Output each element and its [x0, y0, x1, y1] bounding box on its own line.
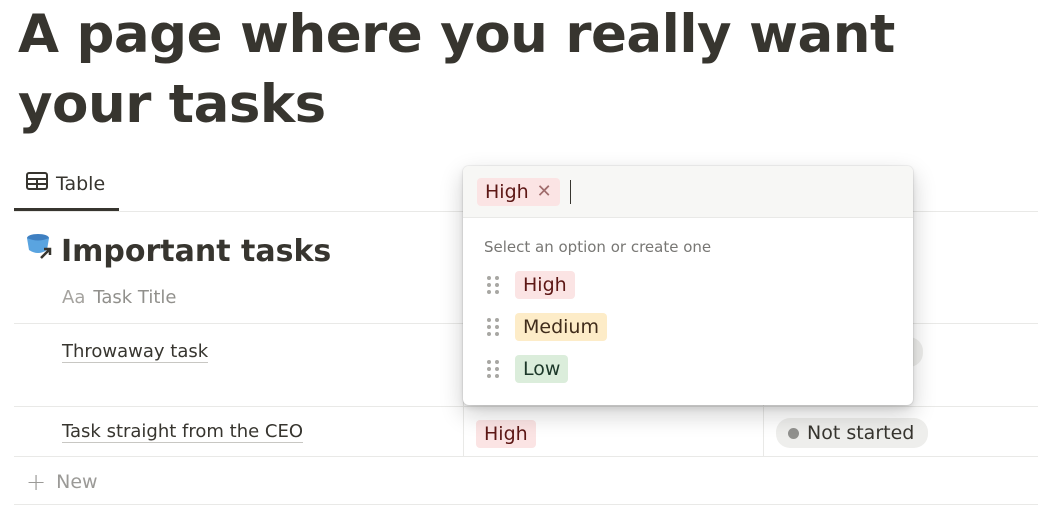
close-icon[interactable]: ✕: [537, 181, 552, 202]
drag-handle-icon[interactable]: [487, 276, 499, 294]
page-title: A page where you really want your tasks: [18, 4, 895, 135]
option-medium[interactable]: Medium: [463, 306, 913, 348]
priority-tag[interactable]: High: [476, 420, 536, 448]
option-high[interactable]: High: [463, 264, 913, 306]
selected-chip: High ✕: [477, 177, 560, 206]
database-title[interactable]: Important tasks: [25, 232, 331, 270]
select-hint: Select an option or create one: [484, 238, 712, 256]
new-row-button[interactable]: + New: [26, 468, 98, 496]
table-row[interactable]: Throwaway task: [62, 340, 209, 364]
column-header-task-title[interactable]: Aa Task Title: [62, 287, 177, 308]
status-pill[interactable]: Not started: [776, 418, 929, 448]
text-cursor: [569, 179, 571, 204]
row-divider: [14, 406, 1038, 407]
row-divider: [14, 456, 1038, 457]
tab-label: Table: [56, 172, 106, 195]
linked-database-icon: [25, 232, 55, 270]
text-property-icon: Aa: [62, 287, 86, 308]
table-row[interactable]: Task straight from the CEO: [62, 420, 304, 444]
status-dot-icon: [788, 427, 799, 439]
select-search-input[interactable]: High ✕: [463, 166, 913, 218]
drag-handle-icon[interactable]: [487, 318, 499, 336]
task-title-cell[interactable]: Task straight from the CEO: [62, 421, 304, 443]
select-options-popup: High ✕ Select an option or create one Hi…: [463, 166, 913, 405]
tab-table[interactable]: Table: [26, 172, 105, 195]
row-divider: [14, 504, 1038, 505]
drag-handle-icon[interactable]: [487, 360, 499, 378]
plus-icon: +: [26, 468, 47, 496]
task-title-cell[interactable]: Throwaway task: [62, 341, 209, 363]
option-low[interactable]: Low: [463, 348, 913, 390]
table-icon: [26, 172, 48, 195]
